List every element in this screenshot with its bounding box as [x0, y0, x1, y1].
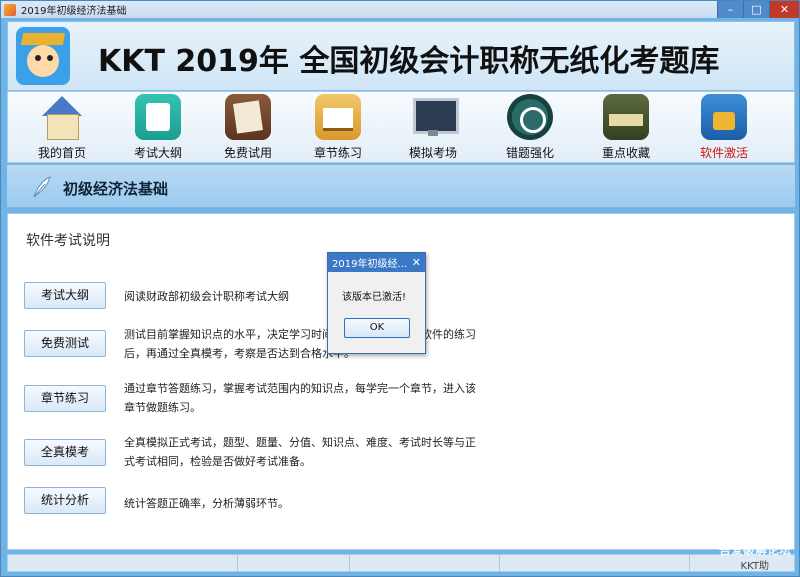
toolbar-activate[interactable]: 软件激活 [684, 94, 764, 162]
toolbar-chapter-practice[interactable]: 章节练习 [298, 94, 378, 162]
toolbar-label: 考试大纲 [133, 146, 182, 160]
dialog-message: 该版本已激活! [342, 292, 407, 303]
banner-title: KKT 2019年 全国初级会计职称无纸化考题库 [98, 44, 720, 79]
section-header: 初级经济法基础 [7, 164, 795, 208]
house-icon [39, 94, 85, 140]
toolbar-label: 我的首页 [37, 146, 86, 160]
lock-envelope-icon [701, 94, 747, 140]
row-description: 统计答题正确率，分析薄弱环节。 [124, 497, 289, 510]
title-bar: 2019年初级经济法基础 – □ ✕ [1, 1, 799, 18]
app-window: 2019年初级经济法基础 – □ ✕ KKT 2019年 全国初级会计职称无纸化… [0, 0, 800, 577]
status-cell [8, 555, 238, 571]
monitor-icon [410, 94, 459, 140]
toolbar-label: 错题强化 [505, 146, 554, 160]
toolbar-label: 免费试用 [223, 146, 272, 160]
close-button[interactable]: ✕ [769, 1, 799, 18]
window-controls: – □ ✕ [717, 1, 799, 18]
status-cell [500, 555, 690, 571]
watermark-site: 吾爱破解论坛 [718, 543, 791, 557]
mascot-logo-icon [16, 27, 70, 85]
activation-dialog: 2019年初级经... ✕ 该版本已激活! OK [327, 252, 426, 354]
graduation-cap-icon [20, 33, 66, 45]
dialog-close-icon[interactable]: ✕ [412, 256, 421, 269]
toolbar-mistake-review[interactable]: 错题强化 [490, 94, 570, 162]
exam-outline-button[interactable]: 考试大纲 [24, 282, 106, 309]
status-bar [7, 554, 795, 572]
outline-book-icon [135, 94, 181, 140]
content-title: 软件考试说明 [26, 233, 110, 249]
status-cell [350, 555, 500, 571]
mascot-eye [35, 55, 41, 61]
mascot-eye [47, 55, 53, 61]
toolbar-label: 重点收藏 [601, 146, 650, 160]
open-book-icon [315, 94, 361, 140]
toolbar-favorites[interactable]: 重点收藏 [586, 94, 666, 162]
toolbar-label: 章节练习 [313, 146, 362, 160]
banner: KKT 2019年 全国初级会计职称无纸化考题库 [7, 21, 795, 91]
row-description: 全真模拟正式考试，题型、题量、分值、知识点、难度、考试时长等与正式考试相同，检验… [124, 436, 476, 468]
row-description: 阅读财政部初级会计职称考试大纲 [124, 290, 289, 303]
pencil-paper-icon [225, 94, 271, 140]
row-description: 测试目前掌握知识点的水平，决定学习时间，判断是否需要本软件的练习后，再通过全真模… [124, 328, 476, 360]
feather-icon [33, 176, 51, 198]
app-icon [4, 3, 16, 16]
toolbar-exam-outline[interactable]: 考试大纲 [118, 94, 198, 162]
maximize-button[interactable]: □ [743, 1, 769, 18]
main-toolbar: 我的首页 考试大纲 免费试用 章节练习 模拟考场 错题强化 重点收藏 软件激活 [7, 91, 795, 163]
statistics-button[interactable]: 统计分析 [24, 487, 106, 514]
row-description: 通过章节答题练习，掌握考试范围内的知识点，每学完一个章节，进入该章节做题练习。 [124, 382, 476, 414]
window-title: 2019年初级经济法基础 [21, 6, 127, 17]
dialog-title: 2019年初级经... [332, 259, 407, 270]
minimize-button[interactable]: – [717, 1, 743, 18]
toolbar-home[interactable]: 我的首页 [22, 94, 102, 162]
toolbar-mock-exam[interactable]: 模拟考场 [393, 94, 473, 162]
toolbar-label: 软件激活 [699, 146, 748, 160]
status-cell [238, 555, 350, 571]
chapter-practice-button[interactable]: 章节练习 [24, 385, 106, 412]
clock-arrow-icon [507, 94, 553, 140]
toolbar-free-trial[interactable]: 免费试用 [208, 94, 288, 162]
free-test-button[interactable]: 免费测试 [24, 330, 106, 357]
mascot-face [27, 45, 59, 77]
ok-button[interactable]: OK [344, 318, 410, 338]
toolbar-label: 模拟考场 [408, 146, 457, 160]
full-mock-exam-button[interactable]: 全真模考 [24, 439, 106, 466]
section-title: 初级经济法基础 [63, 180, 169, 198]
dialog-title-bar: 2019年初级经... ✕ [328, 253, 425, 272]
watermark-tag: KKT助 [740, 561, 769, 572]
favorites-icon [603, 94, 649, 140]
